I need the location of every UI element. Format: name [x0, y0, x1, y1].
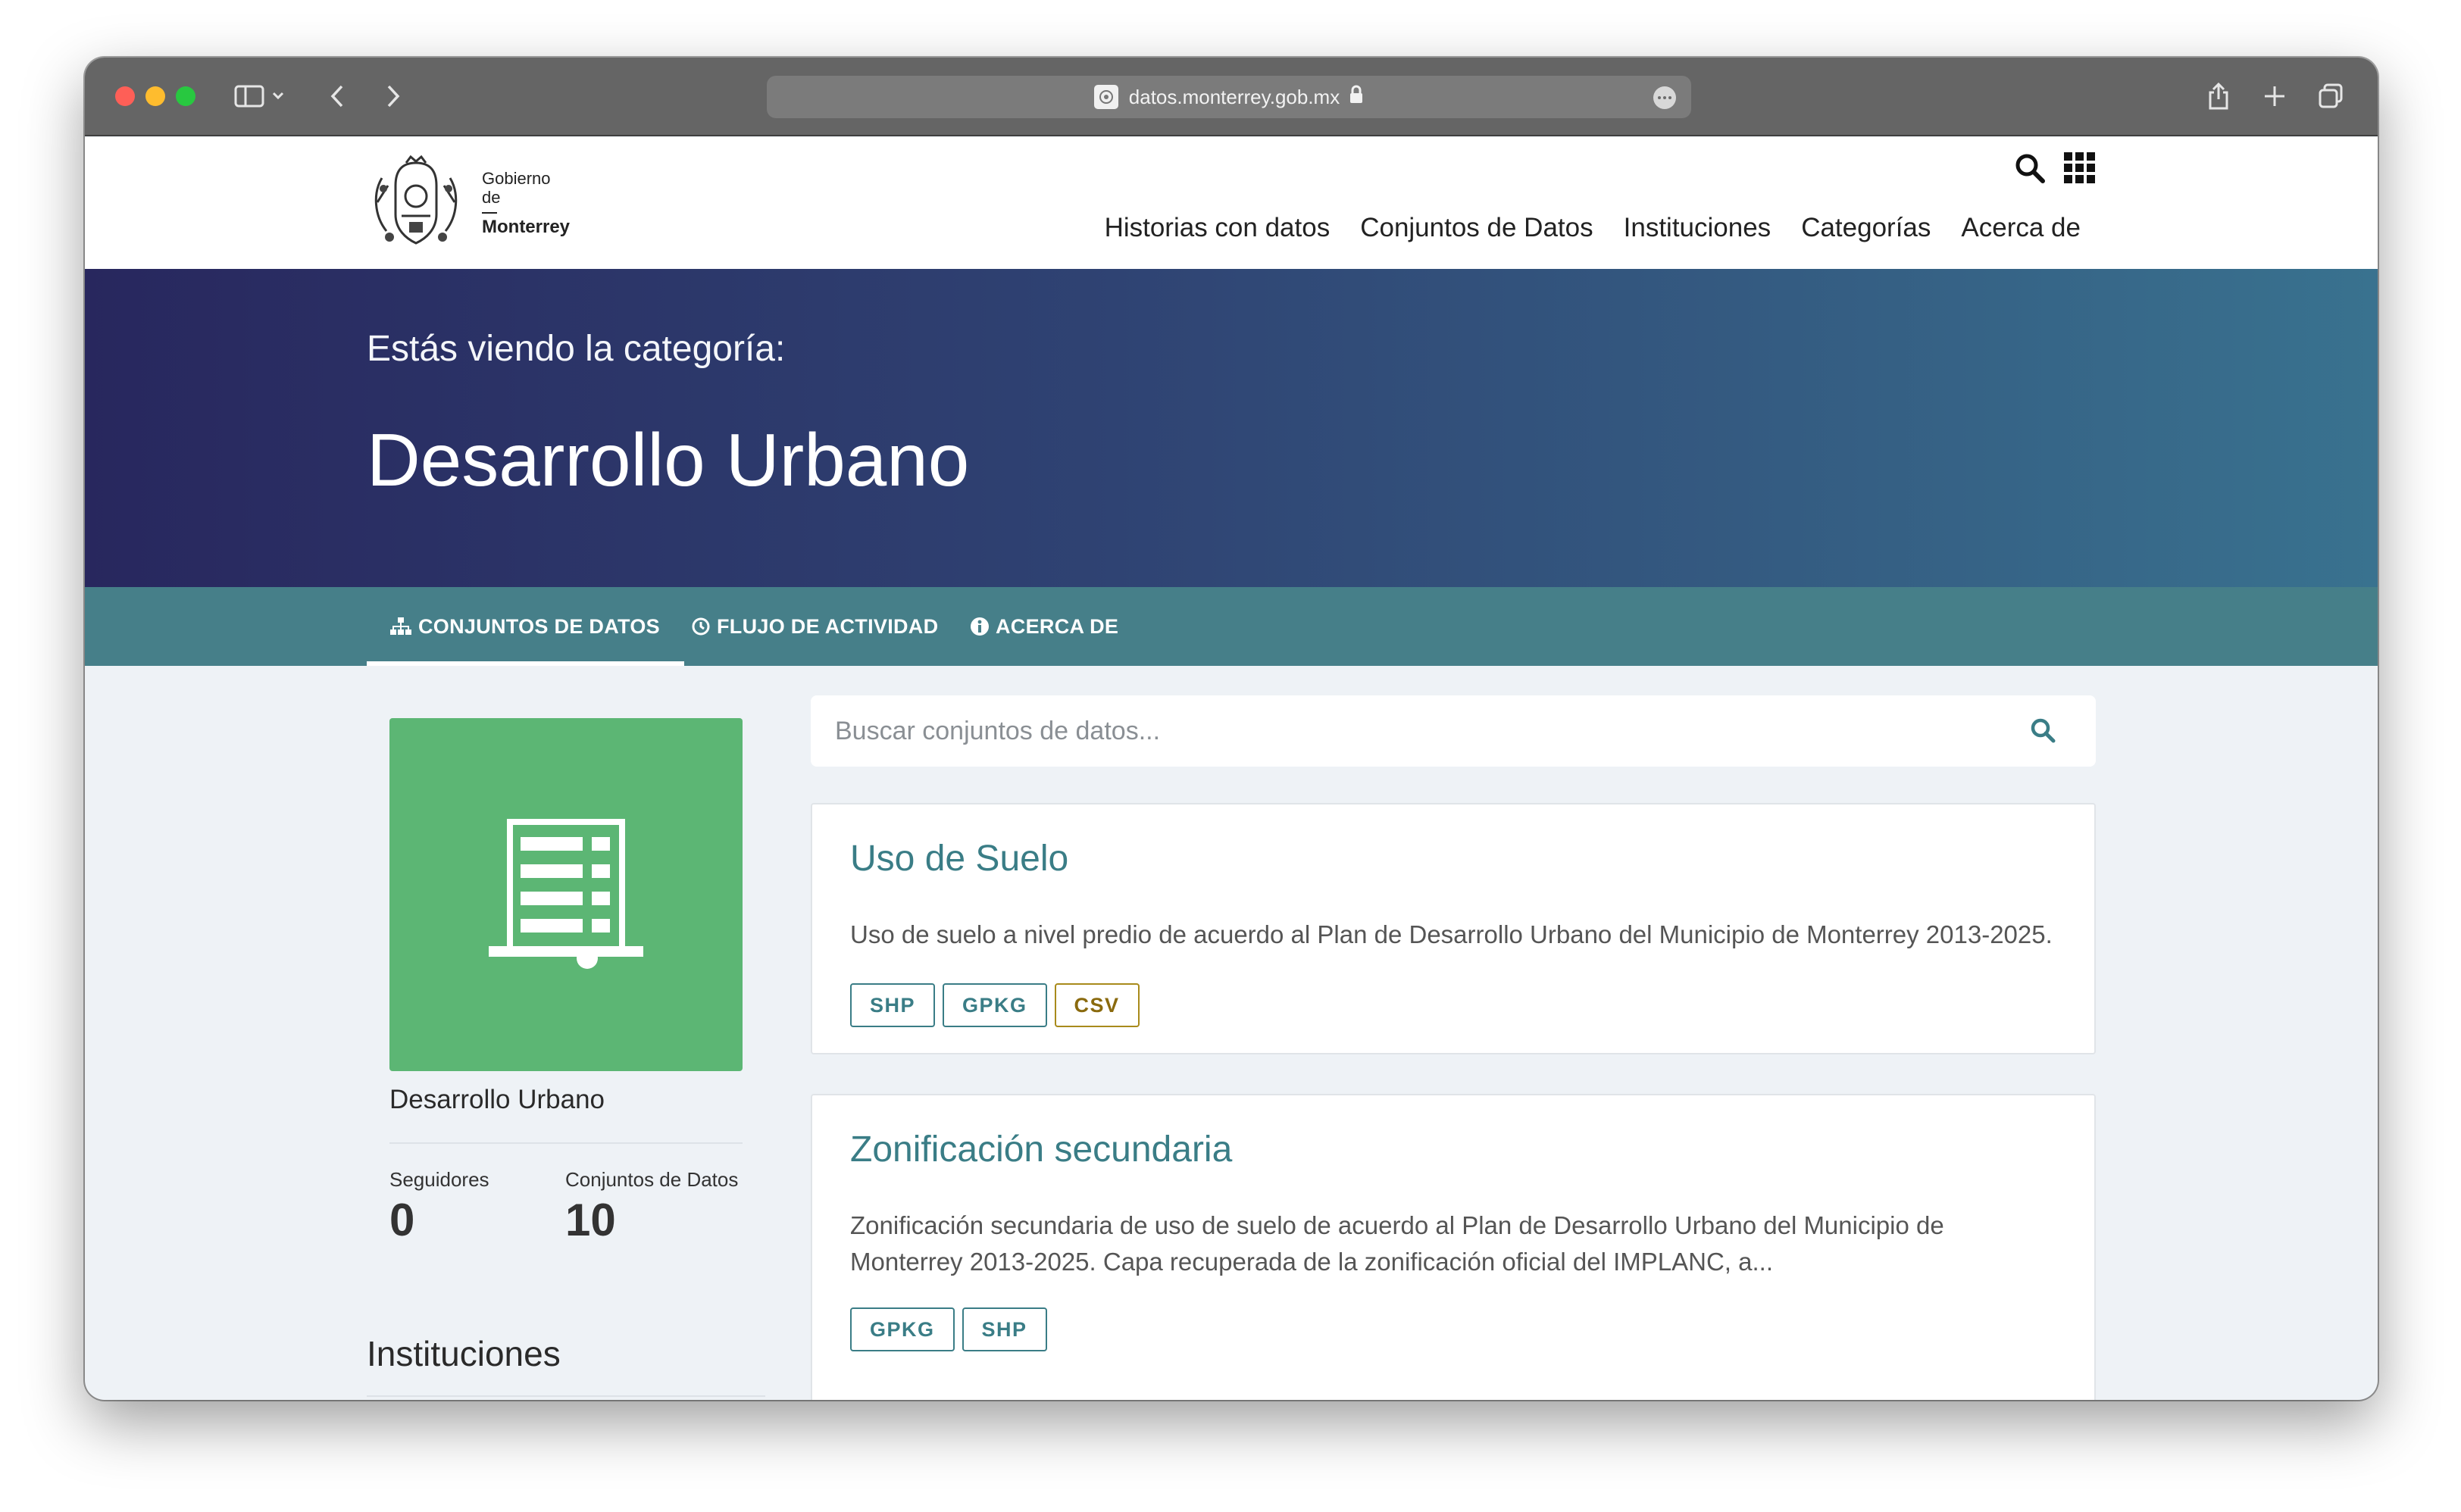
nav-link-instituciones[interactable]: Instituciones: [1624, 213, 1771, 243]
tab-label: CONJUNTOS DE DATOS: [418, 614, 660, 638]
dataset-title-link[interactable]: Zonificación secundaria: [850, 1129, 1232, 1170]
category-tabs: CONJUNTOS DE DATOS FLUJO DE ACTIVIDAD AC…: [85, 587, 2378, 666]
institutions-divider: [367, 1395, 765, 1397]
logo-line-2: de: [482, 188, 501, 208]
lock-icon: [1349, 85, 1364, 110]
format-badge-gpkg[interactable]: GPKG: [943, 983, 1047, 1027]
tab-label: ACERCA DE: [996, 614, 1119, 638]
followers-count: 0: [389, 1195, 415, 1245]
zoom-window-button[interactable]: [176, 86, 195, 106]
browser-window: datos.monterrey.gob.mx Gobierno de Monte…: [85, 58, 2378, 1400]
search-input[interactable]: [835, 716, 1972, 746]
share-button[interactable]: [2203, 79, 2234, 114]
tab-conjuntos-de-datos[interactable]: CONJUNTOS DE DATOS: [367, 587, 684, 666]
plus-icon: [2265, 86, 2284, 106]
header-tools: [2014, 152, 2096, 188]
forward-button[interactable]: [376, 79, 411, 114]
format-badges: SHP GPKG CSV: [850, 983, 1140, 1027]
format-badge-gpkg[interactable]: GPKG: [850, 1307, 955, 1351]
dataset-search: [811, 695, 2096, 767]
category-name: Desarrollo Urbano: [389, 1085, 605, 1114]
nav-link-acerca[interactable]: Acerca de: [1961, 213, 2081, 243]
site-logo[interactable]: Gobierno de Monterrey: [367, 155, 570, 251]
chevron-left-icon: [330, 85, 343, 108]
minimize-window-button[interactable]: [145, 86, 165, 106]
tab-flujo-de-actividad[interactable]: FLUJO DE ACTIVIDAD: [691, 587, 938, 666]
address-url: datos.monterrey.gob.mx: [1128, 85, 1340, 108]
category-hero: Estás viendo la categoría: Desarrollo Ur…: [85, 269, 2378, 587]
dataset-description: Uso de suelo a nivel predio de acuerdo a…: [850, 920, 2053, 948]
site-favicon-icon: [1093, 85, 1118, 109]
search-submit-icon[interactable]: [2029, 717, 2056, 748]
nav-link-conjuntos[interactable]: Conjuntos de Datos: [1360, 213, 1593, 243]
category-image: [389, 718, 743, 1071]
format-badge-csv[interactable]: CSV: [1054, 983, 1140, 1027]
datasets-label: Conjuntos de Datos: [565, 1168, 739, 1191]
logo-line-3: Monterrey: [482, 216, 571, 237]
logo-text: Gobierno de Monterrey: [482, 169, 570, 237]
logo-dash: [482, 211, 497, 214]
coat-of-arms-icon: [374, 155, 458, 245]
search-icon[interactable]: [2014, 152, 2046, 188]
site-header: Gobierno de Monterrey Historias con dato…: [85, 137, 2378, 269]
sidebar-icon: [234, 85, 284, 108]
page-title: Desarrollo Urbano: [367, 418, 970, 501]
format-badges: GPKG SHP: [850, 1307, 1047, 1351]
sidebar-divider: [389, 1142, 743, 1144]
info-icon: [971, 617, 989, 636]
hero-subtitle: Estás viendo la categoría:: [367, 329, 786, 369]
tab-overview-button[interactable]: [2316, 79, 2346, 114]
dataset-card: Uso de Suelo Uso de suelo a nivel predio…: [811, 803, 2096, 1054]
format-badge-shp[interactable]: SHP: [850, 983, 936, 1027]
tab-acerca-de[interactable]: ACERCA DE: [970, 587, 1118, 666]
followers-label: Seguidores: [389, 1168, 489, 1191]
format-badge-shp[interactable]: SHP: [962, 1307, 1047, 1351]
sitemap-icon: [390, 617, 411, 635]
clock-icon: [692, 617, 710, 636]
logo-line-1: Gobierno: [482, 168, 551, 188]
main-nav: Historias con datos Conjuntos de Datos I…: [1105, 213, 2081, 243]
address-bar[interactable]: datos.monterrey.gob.mx: [767, 76, 1691, 118]
building-icon: [489, 819, 643, 969]
close-window-button[interactable]: [115, 86, 135, 106]
institutions-heading: Instituciones: [367, 1334, 561, 1373]
chevron-right-icon: [387, 85, 400, 108]
more-options-icon[interactable]: [1653, 86, 1676, 109]
dataset-description: Zonificación secundaria de uso de suelo …: [850, 1211, 1944, 1276]
share-icon: [2209, 82, 2228, 110]
browser-titlebar: datos.monterrey.gob.mx: [85, 58, 2378, 136]
dataset-card: Zonificación secundaria Zonificación sec…: [811, 1094, 2096, 1400]
nav-link-categorias[interactable]: Categorías: [1801, 213, 1931, 243]
datasets-count: 10: [565, 1195, 616, 1245]
tab-label: FLUJO DE ACTIVIDAD: [717, 614, 939, 638]
tabs-icon: [2319, 83, 2343, 108]
back-button[interactable]: [320, 79, 355, 114]
nav-link-historias[interactable]: Historias con datos: [1105, 213, 1331, 243]
new-tab-button[interactable]: [2259, 79, 2290, 114]
apps-grid-icon[interactable]: [2064, 152, 2096, 188]
dataset-title-link[interactable]: Uso de Suelo: [850, 838, 1068, 879]
sidebar-toggle-button[interactable]: [229, 79, 292, 114]
